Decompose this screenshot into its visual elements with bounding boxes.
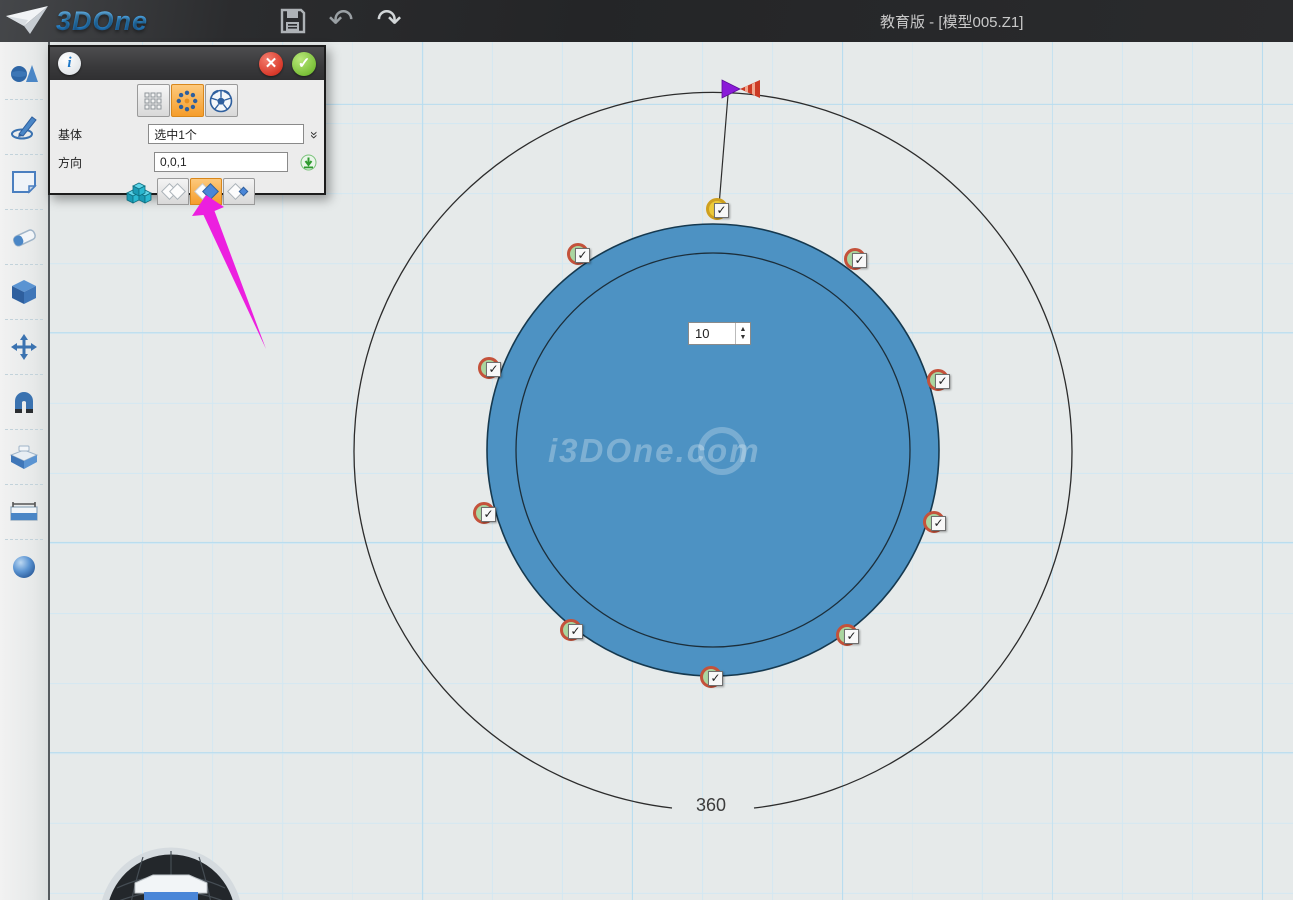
window-title: 教育版 - [模型005.Z1] [880,0,1023,42]
instance-checkbox[interactable]: ✓ [486,362,501,377]
pattern-dialog: i ✕ ✓ [48,45,326,195]
redo-button[interactable]: ↷ [374,6,404,36]
soccer-ball-icon [209,89,233,113]
instance-checkbox[interactable]: ✓ [935,374,950,389]
sidebar-item-move[interactable] [2,327,46,367]
instance-checkbox[interactable]: ✓ [708,671,723,686]
save-icon [280,8,306,34]
pattern-instance-marker[interactable]: ✓ [560,619,582,641]
pick-direction-button[interactable] [300,154,317,171]
circular-pattern-icon [176,90,198,112]
save-button[interactable] [278,6,308,36]
pattern-instance-marker[interactable]: ✓ [923,511,945,533]
divider [5,319,43,320]
sidebar-item-eraser[interactable] [2,217,46,257]
two-diamonds-icon [160,183,186,201]
direction-field-label: 方向 [58,154,94,171]
instance-checkbox[interactable]: ✓ [931,516,946,531]
instance-checkbox[interactable]: ✓ [852,253,867,268]
divider [5,154,43,155]
brand-text: 3DOne [56,6,148,37]
base-field-input[interactable] [148,124,304,144]
plane-icon [10,168,38,196]
magnet-icon [10,389,38,415]
sidebar-item-measure[interactable] [2,492,46,532]
instance-checkbox[interactable]: ✓ [575,248,590,263]
sidebar-item-plane[interactable] [2,162,46,202]
sidebar-item-primitives[interactable] [2,52,46,92]
divider [5,484,43,485]
divider [5,374,43,375]
tab-linear-pattern[interactable] [137,84,170,117]
linear-pattern-icon [143,91,163,111]
sidebar-item-combine[interactable] [2,437,46,477]
cube-icon [10,278,38,306]
base-field-label: 基体 [58,126,88,143]
sidebar-item-magnet[interactable] [2,382,46,422]
diamond-small-blue-icon [226,183,252,201]
pen-icon [10,113,38,141]
instance-checkbox[interactable]: ✓ [568,624,583,639]
dialog-titlebar: i ✕ ✓ [50,47,324,80]
view-cube[interactable] [135,875,207,900]
pattern-instance-marker[interactable]: ✓ [700,666,722,688]
move-arrows-icon [10,333,38,361]
pattern-instance-marker[interactable]: ✓ [836,624,858,646]
undo-button[interactable]: ↶ [326,6,356,36]
tab-sphere-pattern[interactable] [205,84,238,117]
sphere-icon [11,554,37,580]
divider [5,264,43,265]
divider [5,209,43,210]
tab-circular-pattern[interactable] [171,84,204,117]
variant-instance-button[interactable] [190,178,222,205]
expand-chevron-icon[interactable]: » [307,131,323,137]
variant-small-button[interactable] [223,178,255,205]
sidebar-item-solid[interactable] [2,272,46,312]
pattern-instance-marker[interactable]: ✓ [706,198,728,220]
base-field-row: 基体 » [58,123,318,145]
instance-checkbox[interactable]: ✓ [844,629,859,644]
pattern-count-spinner: ▲ ▼ [688,322,751,345]
instance-checkbox[interactable]: ✓ [714,203,729,218]
sidebar-item-sketch[interactable] [2,107,46,147]
pattern-type-tabs [50,84,324,117]
pattern-instance-marker[interactable]: ✓ [473,502,495,524]
pattern-instance-marker[interactable]: ✓ [567,243,589,265]
diamond-blue-icon [193,183,219,201]
cubes-stack-icon [125,180,155,204]
eraser-icon [9,225,39,249]
info-button[interactable]: i [58,52,81,75]
cancel-button[interactable]: ✕ [259,52,283,76]
pattern-variant-buttons [124,178,324,205]
instance-checkbox[interactable]: ✓ [481,507,496,522]
pattern-count-input[interactable] [689,323,735,344]
app-logo: 3DOne [4,4,148,38]
divider [5,429,43,430]
undo-icon: ↶ [328,6,353,36]
pattern-instance-marker[interactable]: ✓ [927,369,949,391]
divider [5,99,43,100]
pattern-instance-marker[interactable]: ✓ [844,248,866,270]
green-arrow-icon [300,154,317,171]
variant-ghost-button[interactable] [157,178,189,205]
spinner-down-icon[interactable]: ▼ [740,334,747,342]
tool-sidebar [0,42,50,900]
redo-icon: ↷ [376,6,401,36]
divider [5,539,43,540]
box-lid-icon [9,444,39,470]
direction-field-row: 方向 [58,151,318,173]
paper-plane-icon [4,4,50,38]
primitives-icon [9,59,39,85]
spinner-arrows[interactable]: ▲ ▼ [735,323,750,344]
sidebar-item-render[interactable] [2,547,46,587]
direction-field-input[interactable] [154,152,288,172]
title-bar: 3DOne ↶ ↷ 教育版 - [模型005.Z1] [0,0,1293,42]
spinner-up-icon[interactable]: ▲ [740,326,747,334]
confirm-button[interactable]: ✓ [292,52,316,76]
ruler-icon [9,501,39,523]
variant-solid-cubes-button[interactable] [124,178,156,205]
pattern-instance-marker[interactable]: ✓ [478,357,500,379]
view-navigation-ball[interactable] [95,843,247,900]
